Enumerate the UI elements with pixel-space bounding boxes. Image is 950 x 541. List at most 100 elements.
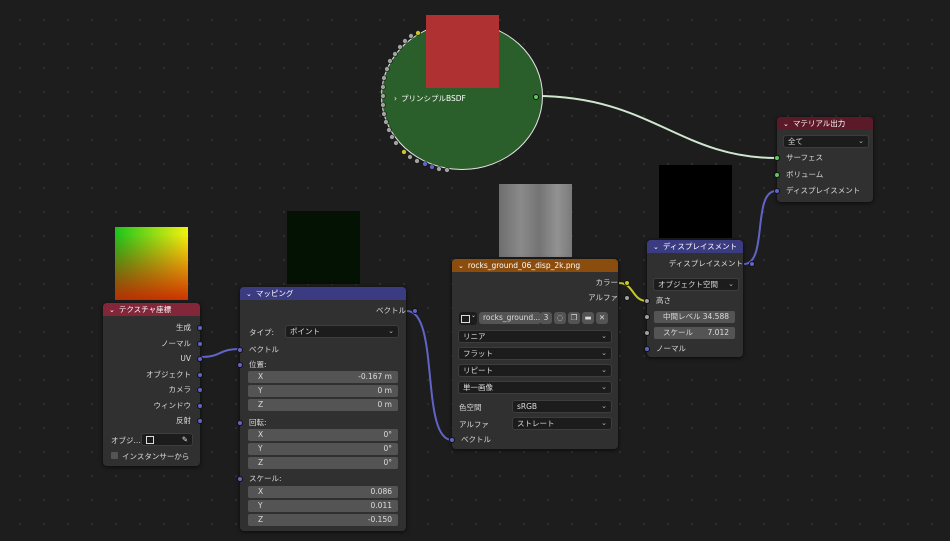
scale-y-value: 0.011 — [370, 501, 392, 510]
height-socket[interactable] — [644, 298, 650, 304]
normal-socket[interactable] — [644, 346, 650, 352]
generated-output: 生成 — [103, 320, 203, 336]
projection-dropdown[interactable]: フラット ⌄ — [458, 347, 612, 360]
folder-icon: ▬ — [584, 313, 592, 322]
displacement-output-socket[interactable] — [749, 261, 755, 267]
chevron-down-icon[interactable]: ⌄ — [246, 288, 252, 300]
rotation-x-field[interactable]: X 0° — [248, 429, 398, 441]
uv-socket[interactable] — [197, 356, 203, 362]
scale-socket[interactable] — [237, 476, 243, 482]
fake-user-button[interactable]: ◌ — [554, 312, 566, 324]
chevron-down-icon[interactable]: ⌄ — [653, 241, 659, 253]
image-name-field[interactable]: rocks_ground... — [479, 312, 541, 324]
volume-socket[interactable] — [774, 172, 780, 178]
bsdf-output-socket[interactable] — [533, 94, 539, 100]
material-output-header[interactable]: ⌄ マテリアル出力 — [777, 117, 873, 130]
chevron-down-icon[interactable]: ⌄ — [109, 304, 115, 316]
chevron-down-icon[interactable]: ⌄ — [783, 118, 789, 130]
rotation-label: 回転: — [249, 418, 267, 427]
unlink-image-button[interactable]: ✕ — [596, 312, 608, 324]
target-dropdown[interactable]: 全て ⌄ — [783, 135, 869, 148]
scale-field[interactable]: スケール 7.012 — [654, 327, 735, 339]
source-dropdown[interactable]: 単一画像 ⌄ — [458, 381, 612, 394]
scale-x-value: 0.086 — [370, 487, 392, 496]
mapping-output-socket[interactable] — [412, 308, 418, 314]
rotation-y-label: Y — [258, 444, 263, 453]
object-socket[interactable] — [197, 371, 203, 378]
displacement-preview — [659, 165, 732, 238]
uv-label: UV — [180, 354, 191, 363]
type-dropdown[interactable]: ポイント ⌄ — [285, 325, 399, 338]
instancer-checkbox[interactable] — [111, 452, 118, 459]
displacement-node[interactable]: ⌄ ディスプレイスメント ディスプレイスメント オブジェクト空間 ⌄ 高さ 中間レベ… — [644, 240, 755, 357]
mapping-header[interactable]: ⌄ マッピング — [240, 287, 406, 300]
location-y-field[interactable]: Y 0 m — [248, 385, 398, 397]
close-icon: ✕ — [598, 313, 606, 322]
location-socket[interactable] — [237, 362, 243, 368]
color-output: カラー — [452, 275, 630, 291]
location-z-field[interactable]: Z 0 m — [248, 399, 398, 411]
normal-input: ノーマル — [644, 341, 686, 357]
object-picker[interactable]: ✎ — [141, 433, 193, 446]
tex-coord-header[interactable]: ⌄ テクスチャ座標 — [103, 303, 200, 316]
mapping-vector-output: ベクトル — [240, 303, 418, 319]
image-browse-button[interactable]: ⌄ — [459, 312, 477, 325]
height-input: 高さ — [644, 293, 671, 309]
midlevel-field[interactable]: 中間レベル 34.588 — [654, 311, 735, 323]
scale-x-field[interactable]: X 0.086 — [248, 486, 398, 498]
displacement-socket[interactable] — [774, 188, 780, 194]
color-output-socket[interactable] — [624, 280, 630, 286]
material-output-node[interactable]: ⌄ マテリアル出力 全て ⌄ サーフェス ボリューム ディスプレイスメント — [774, 117, 873, 202]
location-z-label: Z — [258, 400, 264, 409]
image-vector-socket[interactable] — [449, 437, 455, 443]
rotation-y-field[interactable]: Y 0° — [248, 443, 398, 455]
interpolation-dropdown[interactable]: リニア ⌄ — [458, 330, 612, 343]
image-texture-header[interactable]: ⌄ rocks_ground_06_disp_2k.png — [452, 259, 618, 272]
open-image-button[interactable]: ▬ — [582, 312, 594, 324]
normal-socket[interactable] — [197, 340, 203, 347]
displacement-output: ディスプレイスメント — [647, 256, 755, 272]
generated-socket[interactable] — [197, 325, 203, 331]
eyedropper-icon[interactable]: ✎ — [182, 434, 188, 445]
alpha-mode-label: アルファ — [459, 420, 489, 429]
rotation-socket[interactable] — [237, 420, 243, 426]
window-socket[interactable] — [197, 402, 203, 409]
scale-socket[interactable] — [644, 330, 650, 336]
chevron-down-icon[interactable]: ⌄ — [458, 260, 464, 272]
dropdown-arrow-icon: ⌄ — [388, 327, 394, 335]
tex-coord-node[interactable]: ⌄ テクスチャ座標 生成 ノーマル UV オブジェクト カメラ ウィンドウ 反射 … — [103, 303, 203, 466]
rotation-z-field[interactable]: Z 0° — [248, 457, 398, 469]
location-x-label: X — [258, 372, 264, 381]
duplicate-image-button[interactable]: ❐ — [568, 312, 580, 324]
image-icon — [461, 315, 470, 323]
space-dropdown[interactable]: オブジェクト空間 ⌄ — [653, 278, 739, 291]
extension-dropdown[interactable]: リピート ⌄ — [458, 364, 612, 377]
reflection-label: 反射 — [176, 416, 191, 425]
camera-socket[interactable] — [197, 387, 203, 393]
location-x-field[interactable]: X -0.167 m — [248, 371, 398, 383]
displacement-label: ディスプレイスメント — [786, 186, 861, 195]
mapping-node[interactable]: ⌄ マッピング ベクトル タイプ: ポイント ⌄ ベクトル 位置: X -0.167 … — [237, 287, 418, 531]
surface-socket[interactable] — [774, 155, 780, 161]
mapping-vector-socket[interactable] — [237, 347, 243, 353]
image-vector-input: ベクトル — [449, 432, 491, 448]
location-y-value: 0 m — [377, 386, 392, 395]
midlevel-socket[interactable] — [644, 314, 650, 320]
location-y-label: Y — [258, 386, 263, 395]
material-output-title: マテリアル出力 — [792, 119, 846, 128]
scale-z-field[interactable]: Z -0.150 — [248, 514, 398, 526]
displacement-output-label: ディスプレイスメント — [668, 259, 743, 268]
mapping-vector-input: ベクトル — [237, 342, 279, 358]
displacement-header[interactable]: ⌄ ディスプレイスメント — [647, 240, 743, 253]
object-output: オブジェクト — [103, 367, 203, 383]
alpha-mode-dropdown[interactable]: ストレート ⌄ — [512, 417, 612, 430]
scale-y-field[interactable]: Y 0.011 — [248, 500, 398, 512]
dropdown-arrow-icon: ⌄ — [601, 349, 607, 357]
uv-output: UV — [103, 351, 203, 367]
image-users-count[interactable]: 3 — [540, 312, 552, 324]
image-texture-node[interactable]: ⌄ rocks_ground_06_disp_2k.png カラー アルファ ⌄ … — [449, 259, 630, 449]
users-count-value: 3 — [543, 313, 549, 322]
colorspace-dropdown[interactable]: sRGB ⌄ — [512, 400, 612, 413]
alpha-output-socket[interactable] — [624, 295, 630, 301]
reflection-socket[interactable] — [197, 418, 203, 424]
